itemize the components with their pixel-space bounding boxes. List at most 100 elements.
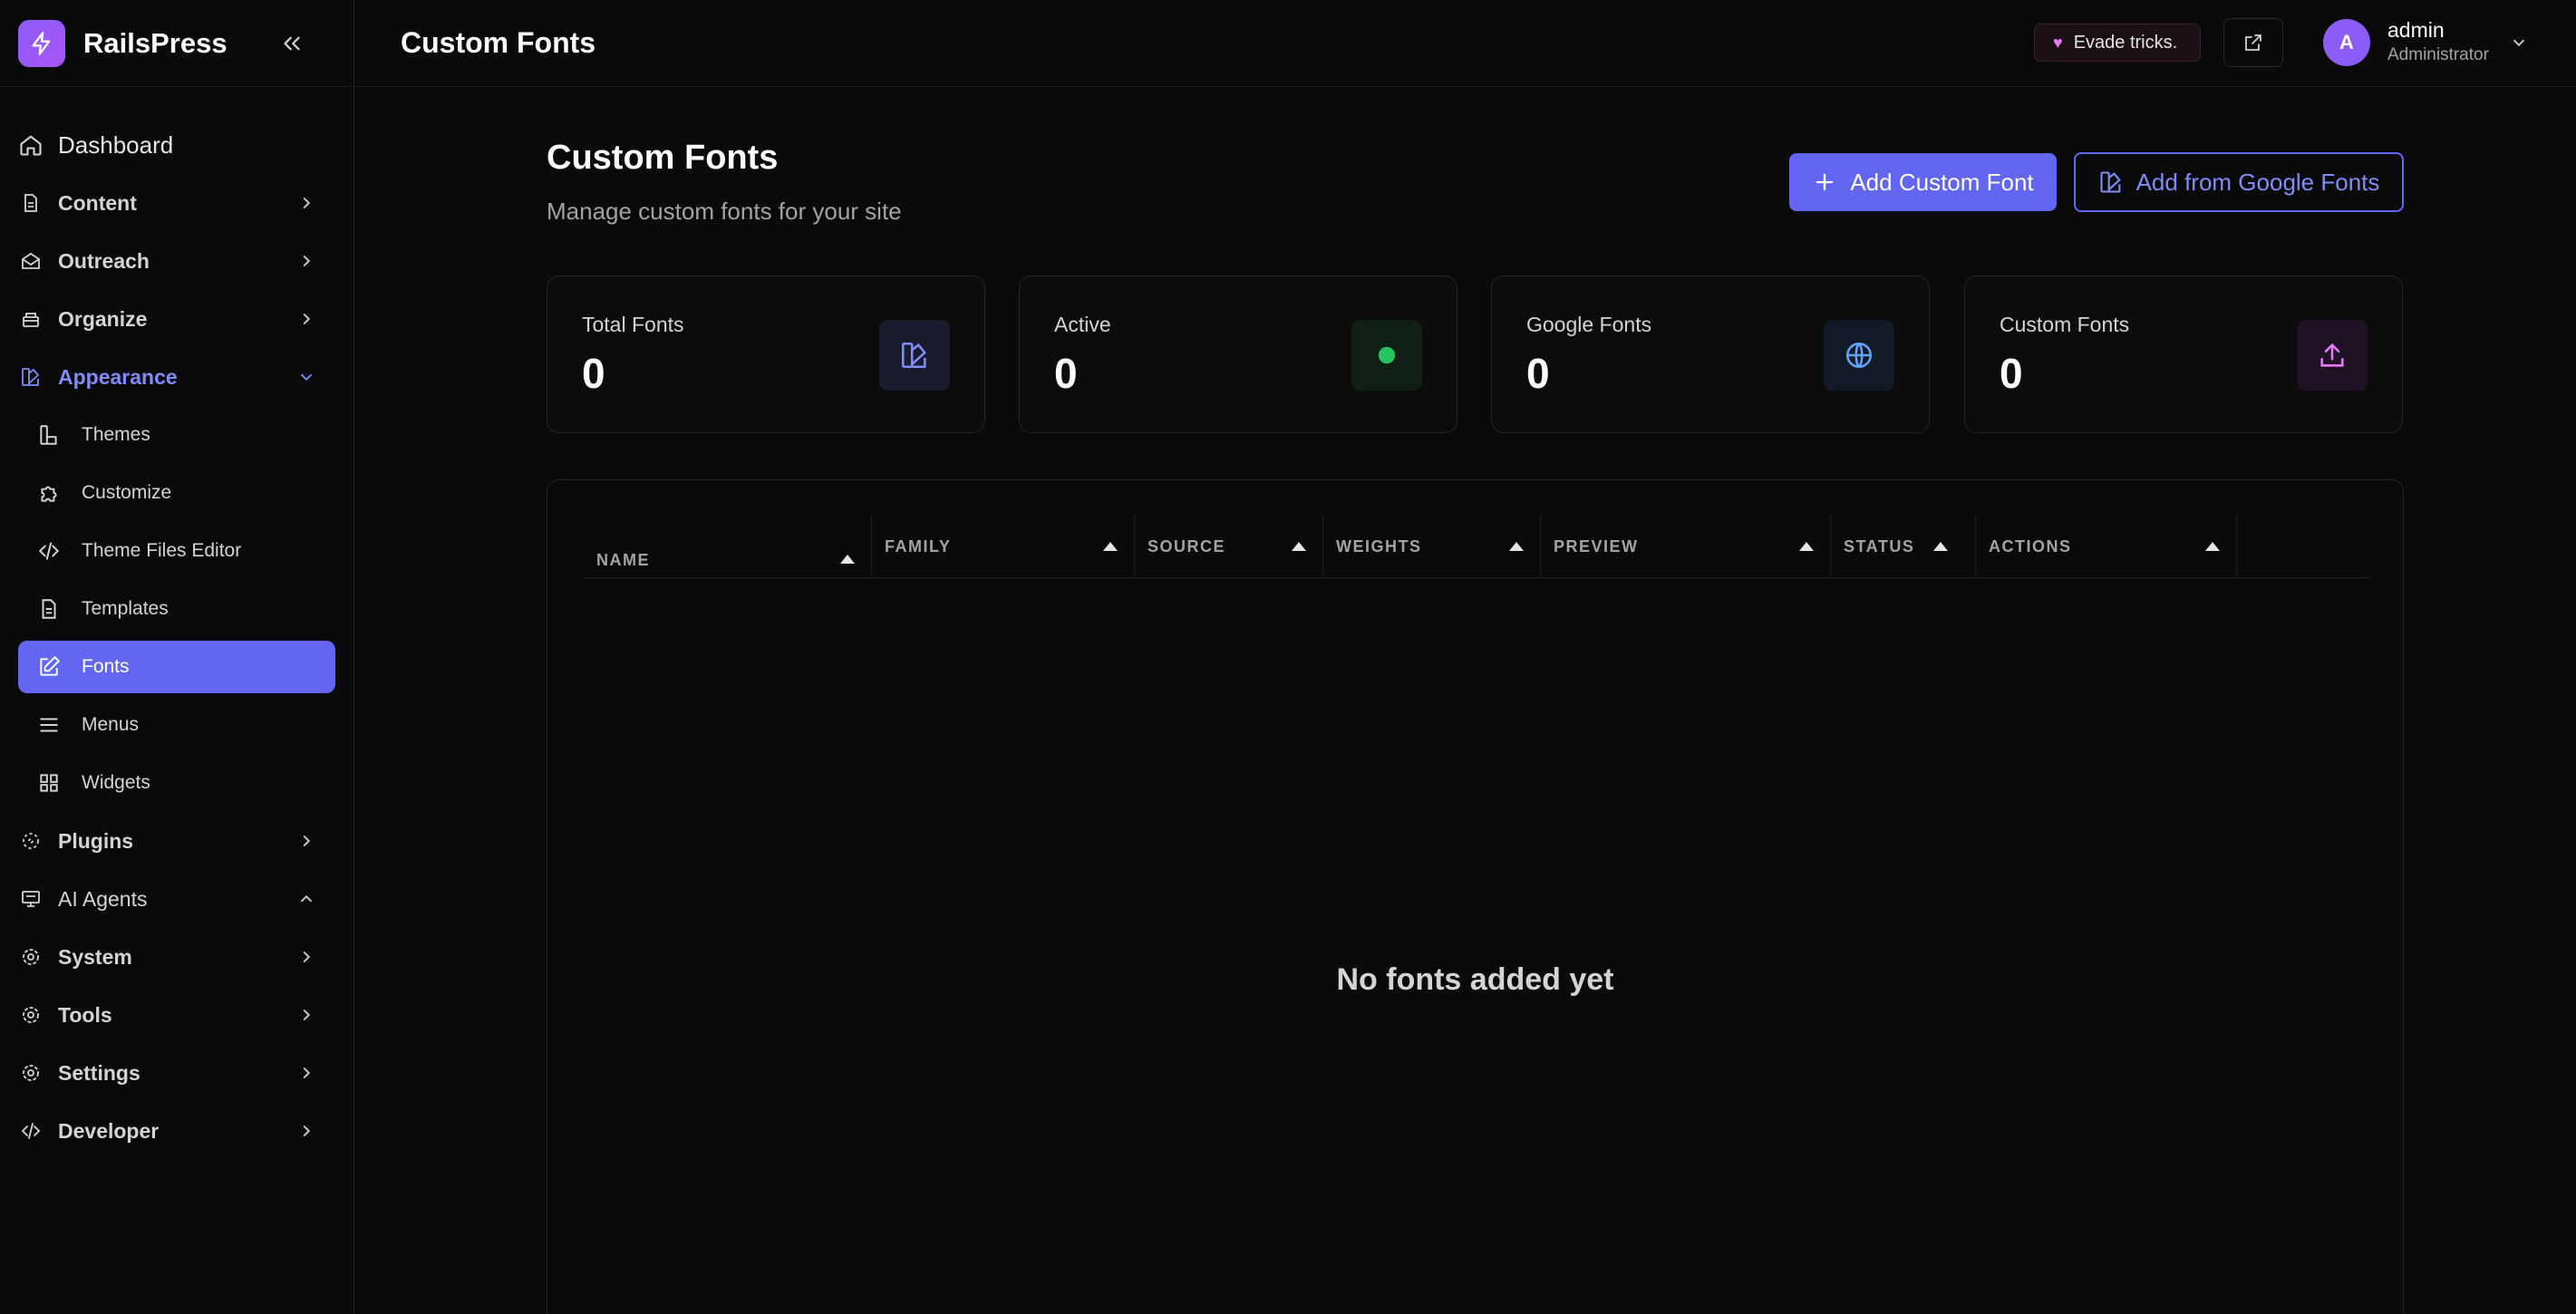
user-role: Administrator [2387, 45, 2489, 64]
sidebar-subitem-customize[interactable]: Customize [18, 464, 335, 522]
monitor-icon [18, 886, 44, 912]
sidebar-item-appearance[interactable]: Appearance [0, 348, 353, 406]
page-subtitle: Manage custom fonts for your site [547, 198, 902, 225]
column-header-preview[interactable]: PREVIEW [1541, 515, 1831, 578]
sort-up-icon [840, 555, 855, 564]
stat-label: Active [1054, 313, 1111, 336]
puzzle-icon [36, 480, 62, 506]
swatch-icon [18, 364, 44, 390]
sort-up-icon [1933, 542, 1948, 551]
column-header-weights[interactable]: WEIGHTS [1323, 515, 1541, 578]
stat-card-active: Active 0 [1019, 275, 1457, 433]
sidebar-item-content[interactable]: Content [0, 174, 353, 232]
external-link-icon [2245, 34, 2261, 51]
column-header-status[interactable]: STATUS [1831, 515, 1976, 578]
table-header: NAME FAMILY SOURCE WEIGHTS PREVIEW STATU… [584, 515, 2369, 578]
view-site-button[interactable] [2223, 18, 2283, 67]
sidebar-item-developer[interactable]: Developer [0, 1102, 353, 1160]
sidebar-subitem-themes[interactable]: Themes [18, 406, 335, 464]
sort-up-icon [1292, 542, 1306, 551]
add-google-fonts-label: Add from Google Fonts [2135, 168, 2380, 196]
code-icon [36, 538, 62, 564]
sidebar-item-outreach[interactable]: Outreach [0, 232, 353, 290]
sidebar-item-label: Tools [58, 1002, 112, 1027]
sidebar-subitem-widgets[interactable]: Widgets [18, 754, 335, 812]
sidebar-subitem-theme-files-editor[interactable]: Theme Files Editor [18, 522, 335, 580]
sort-up-icon [1103, 542, 1118, 551]
stat-card-google-fonts: Google Fonts 0 [1491, 275, 1930, 433]
column-header-family[interactable]: FAMILY [872, 515, 1135, 578]
add-google-fonts-button[interactable]: Add from Google Fonts [2074, 152, 2404, 212]
page-title: Custom Fonts [547, 139, 779, 177]
code-icon [18, 1118, 44, 1144]
sidebar-item-label: System [58, 944, 132, 969]
plus-icon [1816, 173, 1834, 191]
avatar[interactable]: A [2323, 19, 2370, 66]
sidebar-subitem-label: Themes [82, 424, 150, 445]
sidebar-item-system[interactable]: System [0, 928, 353, 986]
brand-name: RailsPress [83, 26, 228, 59]
sidebar-item-label: Outreach [58, 248, 150, 273]
sidebar-item-plugins[interactable]: Plugins [0, 812, 353, 870]
chevron-right-icon [295, 946, 317, 968]
swatch-icon [36, 422, 62, 448]
sidebar-item-settings[interactable]: Settings [0, 1044, 353, 1102]
gear-icon [18, 1002, 44, 1028]
stat-value: 0 [1054, 350, 1078, 397]
sidebar-subitem-menus[interactable]: Menus [18, 696, 335, 754]
sidebar-item-organize[interactable]: Organize [0, 290, 353, 348]
sidebar-item-dashboard[interactable]: Dashboard [0, 116, 353, 174]
add-custom-font-label: Add Custom Font [1850, 168, 2034, 196]
column-header-label: SOURCE [1148, 536, 1226, 556]
document-icon [36, 596, 62, 622]
sidebar-subitem-label: Customize [82, 482, 172, 503]
sidebar-item-label: Appearance [58, 364, 178, 389]
column-header-label: FAMILY [885, 536, 952, 556]
stat-value: 0 [1526, 350, 1550, 397]
menu-icon [36, 712, 62, 738]
column-header-label: STATUS [1844, 536, 1915, 556]
swatch-icon [879, 320, 950, 391]
chevron-down-icon [295, 366, 317, 388]
plugin-icon [18, 828, 44, 854]
column-header-label: NAME [596, 551, 650, 569]
column-header-label: ACTIONS [1989, 536, 2072, 556]
user-name[interactable]: admin [2387, 18, 2445, 43]
sidebar-item-label: AI Agents [58, 886, 148, 911]
add-custom-font-button[interactable]: Add Custom Font [1789, 153, 2057, 211]
heart-icon: ♥ [2053, 33, 2063, 52]
stat-card-custom-fonts: Custom Fonts 0 [1964, 275, 2403, 433]
tagline-badge: ♥ Evade tricks. [2034, 24, 2201, 62]
sidebar-subitem-label: Fonts [82, 656, 130, 677]
sidebar: RailsPress Dashboard Content Outreach Or… [0, 0, 354, 1314]
chevron-right-icon [295, 1004, 317, 1026]
sidebar-item-label: Content [58, 190, 137, 215]
empty-state-text: No fonts added yet [1336, 962, 1614, 997]
column-header-actions[interactable]: ACTIONS [1976, 515, 2237, 578]
collapse-sidebar-icon[interactable] [276, 27, 308, 60]
stat-label: Custom Fonts [2000, 313, 2130, 336]
user-menu-chevron-down-icon[interactable] [2507, 31, 2531, 54]
column-header-label: PREVIEW [1554, 536, 1639, 556]
column-header-label: WEIGHTS [1336, 536, 1422, 556]
fonts-table-card: NAME FAMILY SOURCE WEIGHTS PREVIEW STATU… [547, 479, 2404, 1314]
sidebar-item-tools[interactable]: Tools [0, 986, 353, 1044]
sidebar-subitem-label: Theme Files Editor [82, 540, 242, 561]
sidebar-subitem-fonts[interactable]: Fonts [18, 641, 335, 693]
chevron-right-icon [295, 830, 317, 852]
globe-icon [1824, 320, 1894, 391]
sidebar-subitem-templates[interactable]: Templates [18, 580, 335, 638]
column-header-source[interactable]: SOURCE [1135, 515, 1323, 578]
lightning-icon[interactable] [18, 19, 65, 67]
chevron-right-icon [295, 192, 317, 214]
document-icon [18, 190, 44, 216]
sidebar-item-label: Organize [58, 306, 148, 331]
swatch-icon [2100, 171, 2120, 193]
tagline-text: Evade tricks. [2073, 32, 2178, 53]
sort-up-icon [1799, 542, 1814, 551]
active-dot-icon [1351, 320, 1422, 391]
column-header-name[interactable]: NAME [584, 515, 872, 578]
sidebar-item-label: Settings [58, 1060, 140, 1085]
sidebar-item-ai-agents[interactable]: AI Agents [0, 870, 353, 928]
sidebar-item-label: Developer [58, 1118, 160, 1143]
